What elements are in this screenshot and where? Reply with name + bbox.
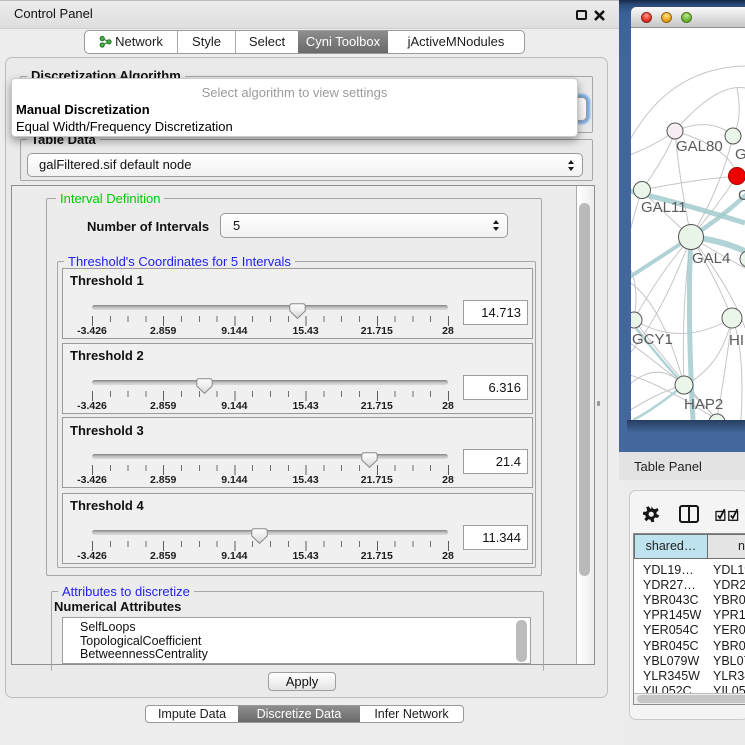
svg-text:GAL80: GAL80 [676, 138, 723, 155]
svg-text:HI: HI [729, 332, 744, 349]
svg-text:C: C [738, 187, 745, 204]
svg-text:HAP2: HAP2 [684, 396, 723, 413]
svg-text:GCY1: GCY1 [632, 331, 673, 348]
svg-text:GA: GA [735, 146, 745, 163]
svg-text:GAL4: GAL4 [692, 250, 730, 267]
svg-text:GAL11: GAL11 [641, 199, 687, 216]
